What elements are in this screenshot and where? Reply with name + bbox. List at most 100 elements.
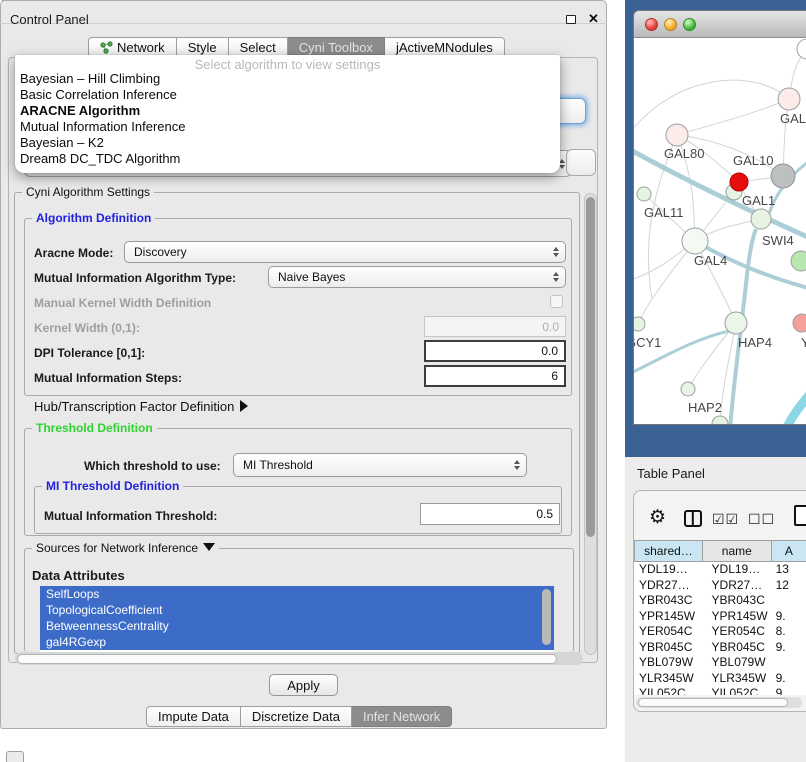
float-window-icon[interactable]: [566, 15, 576, 24]
algorithm-option-basic-correlation-inference[interactable]: Basic Correlation Inference: [15, 87, 560, 103]
checked-boxes-icon[interactable]: ☑☑: [712, 511, 739, 528]
close-icon[interactable]: ✕: [588, 11, 599, 27]
table-cell: YIL052C: [702, 686, 771, 695]
attribute-item-betweennesscentrality[interactable]: BetweennessCentrality: [40, 618, 554, 634]
settings-hscroll-thumb[interactable]: [17, 654, 557, 664]
which-threshold-select[interactable]: MI Threshold: [233, 453, 527, 477]
table-cell: YBL079W: [634, 655, 702, 671]
side-button[interactable]: [566, 149, 596, 176]
network-node[interactable]: [712, 416, 728, 425]
mi-threshold-field[interactable]: 0.5: [420, 503, 560, 525]
column-header-name[interactable]: name: [702, 540, 771, 562]
manual-kernel-checkbox[interactable]: [550, 295, 563, 308]
network-node-label: Y: [801, 335, 806, 350]
network-node[interactable]: [730, 173, 748, 191]
table-row[interactable]: YIL052CYIL052C9.: [634, 686, 806, 695]
column-header-shared[interactable]: shared…: [634, 540, 702, 562]
network-icon: [100, 41, 113, 54]
screen: Control Panel ✕ gal4filtered.Sif default…: [0, 0, 806, 762]
table-cell: 13: [771, 562, 806, 578]
chevron-down-icon: [203, 543, 215, 551]
table-hscroll-thumb[interactable]: [638, 698, 788, 707]
network-node[interactable]: [778, 88, 800, 110]
algorithm-popup: Select algorithm to view settings Bayesi…: [15, 55, 560, 173]
column-header-a[interactable]: A: [771, 540, 806, 562]
table-cell: YLR345W: [702, 671, 771, 687]
table-row[interactable]: YBL079WYBL079W: [634, 655, 806, 671]
columns-icon[interactable]: [684, 510, 702, 527]
table-row[interactable]: YBR043CYBR043C: [634, 593, 806, 609]
table-cell: 9.: [771, 640, 806, 656]
tab-discretize-data[interactable]: Discretize Data: [241, 706, 352, 727]
algorithm-option-bayesian-k2[interactable]: Bayesian – K2: [15, 135, 560, 151]
network-node-label: GAL: [780, 111, 806, 126]
network-node[interactable]: [771, 164, 795, 188]
table-cell: 12: [771, 578, 806, 594]
zoom-traffic-light-icon[interactable]: [683, 18, 696, 31]
algorithm-option-aracne-algorithm[interactable]: ARACNE Algorithm: [15, 103, 560, 119]
attribute-item-selfloops[interactable]: SelfLoops: [40, 586, 554, 602]
control-panel-title: Control Panel: [10, 12, 89, 27]
table-row[interactable]: YDR27…YDR27…12: [634, 578, 806, 594]
table-row[interactable]: YLR345WYLR345W9.: [634, 671, 806, 687]
network-node-label: GAL11: [644, 205, 684, 220]
network-node[interactable]: [793, 314, 806, 332]
table-panel-title: Table Panel: [637, 466, 705, 481]
attribute-item-gal4rgexp[interactable]: gal4RGexp: [40, 634, 554, 650]
network-node[interactable]: [682, 228, 708, 254]
settings-vscroll-thumb[interactable]: [586, 197, 595, 537]
network-canvas[interactable]: GALGAL80GAL10GAL1GAL11SWI4GAL4GCY1HAP4YH…: [634, 39, 806, 425]
minimize-traffic-light-icon[interactable]: [664, 18, 677, 31]
node-table: shared…nameA YDL19…YDL19…13YDR27…YDR27…1…: [634, 540, 806, 695]
cyni-algorithm-settings-title: Cyni Algorithm Settings: [22, 185, 154, 199]
network-node[interactable]: [637, 187, 651, 201]
network-node[interactable]: [791, 251, 806, 271]
dpi-tolerance-field[interactable]: 0.0: [424, 340, 566, 362]
table-cell: YBR045C: [634, 640, 702, 656]
attribute-item-topologicalcoefficient[interactable]: TopologicalCoefficient: [40, 602, 554, 618]
algorithm-option-mutual-information-inference[interactable]: Mutual Information Inference: [15, 119, 560, 135]
tab-label: Infer Network: [363, 709, 440, 724]
unchecked-boxes-icon[interactable]: ☐☐: [748, 511, 775, 528]
data-attributes-scrollbar[interactable]: [542, 589, 551, 645]
hub-definition-toggle[interactable]: Hub/Transcription Factor Definition: [34, 399, 248, 414]
aracne-mode-select[interactable]: Discovery: [124, 241, 566, 263]
network-node-label: GAL80: [664, 146, 704, 161]
gear-icon[interactable]: ⚙: [649, 506, 666, 529]
network-node[interactable]: [681, 382, 695, 396]
mi-type-value: Naive Bayes: [278, 270, 345, 284]
kernel-width-field[interactable]: 0.0: [424, 316, 566, 337]
table-row[interactable]: YBR045CYBR045C9.: [634, 640, 806, 656]
document-icon[interactable]: [794, 505, 806, 526]
algorithm-option-dream8-dc-tdc-algorithm[interactable]: Dream8 DC_TDC Algorithm: [15, 151, 560, 167]
table-cell: 9.: [771, 686, 806, 695]
data-attributes-list[interactable]: SelfLoopsTopologicalCoefficientBetweenne…: [40, 586, 554, 652]
table-cell: YER054C: [702, 624, 771, 640]
table-hscroll-track[interactable]: [636, 697, 802, 708]
mi-type-select[interactable]: Naive Bayes: [268, 266, 566, 288]
table-row[interactable]: YER054CYER054C8.: [634, 624, 806, 640]
tab-impute-data[interactable]: Impute Data: [146, 706, 241, 727]
dpi-tolerance-label: DPI Tolerance [0,1]:: [34, 346, 145, 360]
sources-title-text: Sources for Network Inference: [36, 541, 198, 555]
network-node[interactable]: [666, 124, 688, 146]
network-node[interactable]: [634, 317, 645, 331]
table-cell: [771, 655, 806, 671]
network-node[interactable]: [751, 209, 771, 229]
cyni-bottom-tabs: Impute DataDiscretize Data Infer Network: [146, 706, 452, 727]
table-cell: YDR27…: [634, 578, 702, 594]
tab-label: Select: [240, 40, 276, 55]
apply-button[interactable]: Apply: [269, 674, 338, 696]
table-row[interactable]: YPR145WYPR145W9.: [634, 609, 806, 625]
mi-type-label: Mutual Information Algorithm Type:: [34, 271, 236, 285]
aracne-mode-value: Discovery: [134, 245, 187, 259]
close-traffic-light-icon[interactable]: [645, 18, 658, 31]
sources-title[interactable]: Sources for Network Inference: [32, 541, 219, 555]
table-row[interactable]: YDL19…YDL19…13: [634, 562, 806, 578]
mi-steps-field[interactable]: 6: [424, 365, 566, 387]
table-cell: YPR145W: [702, 609, 771, 625]
network-node[interactable]: [797, 39, 806, 59]
tab-infer-network[interactable]: Infer Network: [352, 706, 452, 727]
algorithm-option-bayesian-hill-climbing[interactable]: Bayesian – Hill Climbing: [15, 71, 560, 87]
network-node[interactable]: [725, 312, 747, 334]
